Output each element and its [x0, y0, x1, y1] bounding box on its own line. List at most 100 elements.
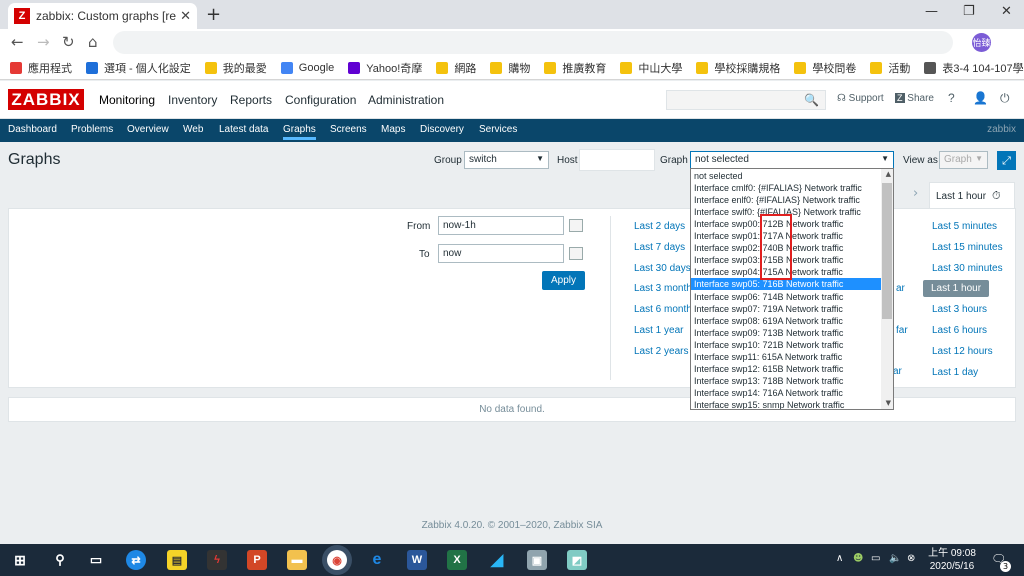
app-shark-icon[interactable]: ◢: [487, 550, 507, 570]
sign-out-icon[interactable]: ⏻: [1000, 91, 1010, 106]
bookmark-item[interactable]: 我的最愛: [204, 60, 267, 76]
dropdown-option[interactable]: Interface swp06: 714B Network traffic: [691, 291, 881, 303]
dropdown-option[interactable]: Interface swp05: 716B Network traffic: [691, 278, 881, 291]
quick-range-link[interactable]: Last 15 minutes: [932, 242, 1003, 253]
bookmark-item[interactable]: 選項 - 個人化設定: [86, 60, 191, 76]
avatar[interactable]: 怡臻: [972, 33, 991, 52]
minimize-icon[interactable]: —: [925, 4, 938, 19]
menu-configuration[interactable]: Configuration: [285, 93, 356, 107]
sticky-notes-icon[interactable]: ▤: [167, 550, 187, 570]
dropdown-scrollbar[interactable]: ▲ ▼: [881, 169, 893, 409]
quick-range-link[interactable]: Last 1 year: [634, 325, 683, 336]
zabbix-logo[interactable]: ZABBIX: [8, 89, 84, 110]
word-icon[interactable]: W: [407, 550, 427, 570]
dropdown-option[interactable]: Interface swp15: snmp Network traffic: [691, 399, 881, 409]
dropdown-option[interactable]: Interface swp11: 615A Network traffic: [691, 351, 881, 363]
file-explorer-icon[interactable]: ▬: [287, 550, 307, 570]
search-icon[interactable]: ⚲: [50, 550, 70, 570]
quick-range-link[interactable]: Last 1 day: [932, 367, 978, 378]
window-close-icon[interactable]: ✕: [1001, 4, 1012, 19]
subnav-graphs[interactable]: Graphs: [283, 124, 316, 140]
back-icon[interactable]: ←: [11, 33, 24, 51]
calendar-icon[interactable]: [569, 247, 583, 260]
browser-tab[interactable]: Z zabbix: Custom graphs [refresh ✕: [8, 3, 197, 29]
clock[interactable]: 上午 09:08 2020/5/16: [924, 547, 980, 573]
subnav-maps[interactable]: Maps: [381, 124, 405, 135]
powerpoint-icon[interactable]: P: [247, 550, 267, 570]
app-icon[interactable]: ◩: [567, 550, 587, 570]
subnav-dashboard[interactable]: Dashboard: [8, 124, 57, 135]
tray-expand-icon[interactable]: ∧: [836, 553, 843, 564]
close-tab-icon[interactable]: ✕: [180, 9, 191, 24]
menu-reports[interactable]: Reports: [230, 93, 272, 107]
subnav-web[interactable]: Web: [183, 124, 203, 135]
bookmark-item[interactable]: Google: [280, 61, 334, 74]
quick-range-link[interactable]: Last 5 minutes: [932, 221, 997, 232]
bookmark-item[interactable]: 學校問卷: [794, 60, 856, 76]
quick-range-link[interactable]: Last 2 days: [634, 221, 685, 232]
quick-range-partial[interactable]: far: [896, 325, 908, 336]
dropdown-option[interactable]: Interface swp09: 713B Network traffic: [691, 327, 881, 339]
menu-administration[interactable]: Administration: [368, 93, 444, 107]
teamviewer-icon[interactable]: ⇄: [126, 550, 146, 570]
bookmark-item[interactable]: 推廣教育: [544, 60, 606, 76]
dropdown-option[interactable]: Interface cmlf0: {#IFALIAS} Network traf…: [691, 182, 881, 194]
quick-range-link[interactable]: Last 6 months: [634, 304, 697, 315]
network-icon[interactable]: ▭: [871, 553, 880, 564]
host-select[interactable]: [579, 149, 655, 171]
tray-app-icon[interactable]: ☻: [853, 553, 863, 564]
bookmark-item[interactable]: 中山大學: [620, 60, 682, 76]
restore-icon[interactable]: ❐: [963, 4, 975, 19]
quick-range-link[interactable]: Last 30 minutes: [932, 263, 1003, 274]
quick-range-partial[interactable]: ar: [896, 283, 905, 294]
dropdown-option[interactable]: Interface swp07: 719A Network traffic: [691, 303, 881, 315]
quick-range-link[interactable]: Last 3 hours: [932, 304, 987, 315]
task-view-icon[interactable]: ▭: [86, 550, 106, 570]
new-tab-icon[interactable]: +: [206, 4, 221, 25]
excel-icon[interactable]: X: [447, 550, 467, 570]
quick-range-link[interactable]: Last 6 hours: [932, 325, 987, 336]
bookmark-item[interactable]: 活動: [870, 60, 910, 76]
dropdown-option[interactable]: not selected: [691, 170, 881, 182]
search-input[interactable]: 🔍: [666, 90, 826, 110]
quick-range-link[interactable]: Last 3 months: [634, 283, 697, 294]
quick-range-link[interactable]: Last 2 years: [634, 346, 688, 357]
quick-range-link[interactable]: Last 30 days: [634, 263, 691, 274]
ime-icon[interactable]: ⊗: [907, 553, 915, 564]
bookmark-item[interactable]: Yahoo!奇摩: [348, 60, 422, 76]
group-select[interactable]: switch ▼: [464, 151, 549, 169]
network-app-icon[interactable]: ▣: [527, 550, 547, 570]
bookmark-item[interactable]: 應用程式: [10, 60, 72, 76]
quick-range-link[interactable]: Last 7 days: [634, 242, 685, 253]
subnav-overview[interactable]: Overview: [127, 124, 169, 135]
subnav-problems[interactable]: Problems: [71, 124, 113, 135]
from-input[interactable]: now-1h: [438, 216, 564, 235]
subnav-latest-data[interactable]: Latest data: [219, 124, 268, 135]
edge-icon[interactable]: e: [367, 550, 387, 570]
support-link[interactable]: ☊ Support: [837, 93, 884, 104]
home-icon[interactable]: ⌂: [88, 33, 98, 51]
search-icon[interactable]: 🔍: [804, 93, 819, 107]
volume-icon[interactable]: 🔈: [889, 553, 901, 564]
windows-start-icon[interactable]: ⊞: [10, 550, 30, 570]
time-shift-right-icon[interactable]: ›: [913, 186, 918, 201]
calendar-icon[interactable]: [569, 219, 583, 232]
dropdown-option[interactable]: Interface swp12: 615B Network traffic: [691, 363, 881, 375]
fullscreen-button[interactable]: ⤢: [997, 151, 1016, 170]
user-profile-icon[interactable]: 👤: [973, 91, 988, 105]
quick-range-selected[interactable]: Last 1 hour: [923, 280, 990, 297]
time-filter-tab[interactable]: Last 1 hour ⏱: [929, 182, 1015, 209]
dropdown-option[interactable]: Interface swp14: 716A Network traffic: [691, 387, 881, 399]
quick-range-partial[interactable]: ar: [893, 366, 902, 377]
help-icon[interactable]: ?: [948, 91, 955, 105]
menu-monitoring[interactable]: Monitoring: [99, 93, 155, 107]
bookmark-item[interactable]: 表3-4 104-107學...: [924, 60, 1024, 76]
forward-icon[interactable]: →: [37, 33, 50, 51]
subnav-services[interactable]: Services: [479, 124, 517, 135]
scrollbar-thumb[interactable]: [882, 183, 892, 319]
to-input[interactable]: now: [438, 244, 564, 263]
dropdown-option[interactable]: Interface enlf0: {#IFALIAS} Network traf…: [691, 194, 881, 206]
share-link[interactable]: Z Share: [895, 93, 934, 104]
apply-button[interactable]: Apply: [542, 271, 585, 290]
bookmark-item[interactable]: 學校採購規格: [696, 60, 780, 76]
